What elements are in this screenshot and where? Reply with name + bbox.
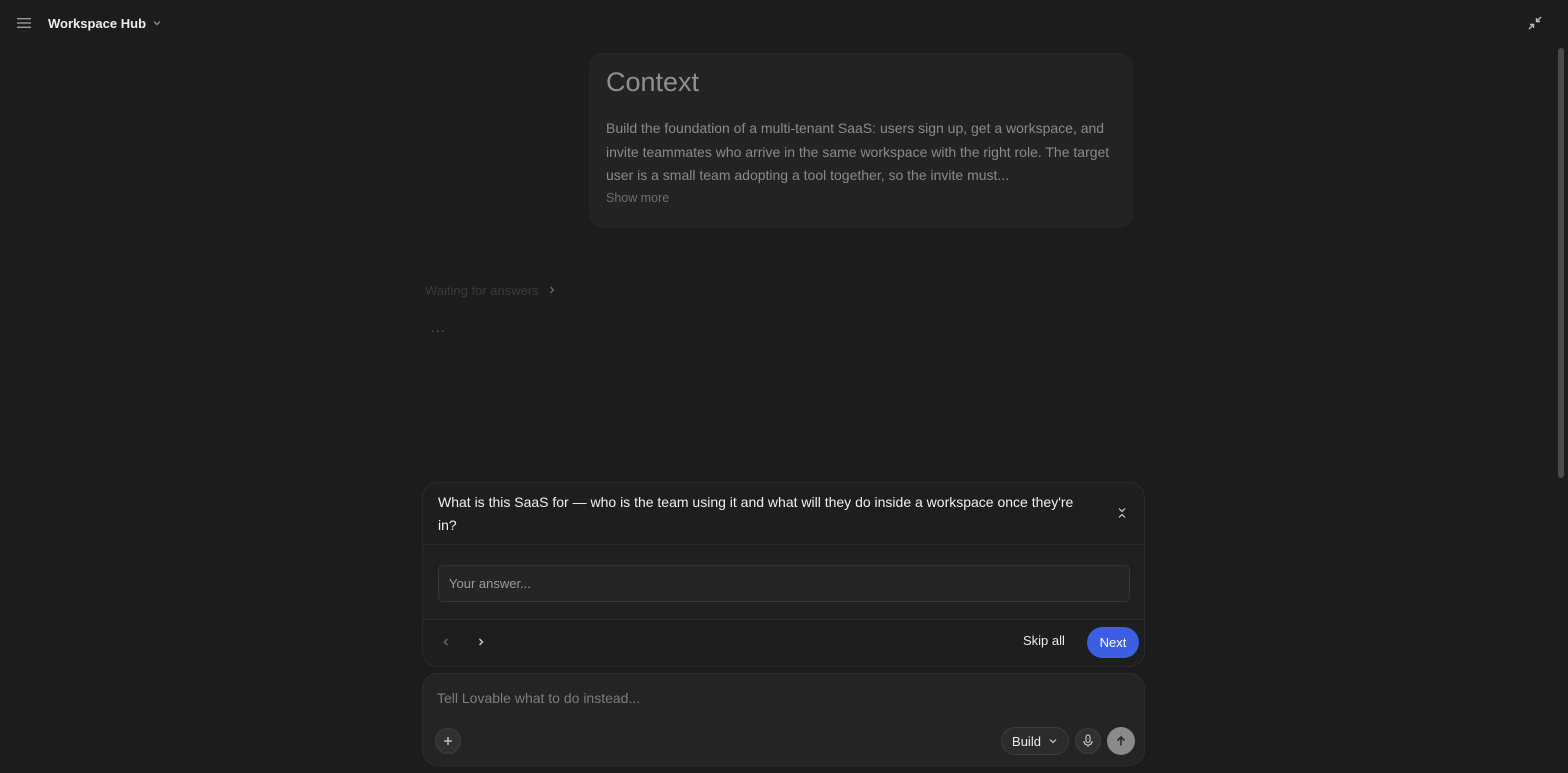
context-title: Context [606, 67, 700, 97]
project-switcher[interactable]: Workspace Hub [48, 14, 162, 32]
send-button[interactable] [1107, 727, 1135, 755]
answer-input[interactable] [438, 565, 1130, 602]
microphone-icon [1083, 734, 1093, 747]
scrollbar-thumb[interactable] [1558, 48, 1564, 478]
show-more-link[interactable]: Show more [606, 191, 1116, 205]
mode-label: Build [1012, 733, 1041, 749]
chevron-down-icon [153, 21, 161, 26]
hamburger-menu-icon [17, 18, 31, 28]
next-question-arrow-button[interactable] [473, 634, 489, 650]
context-card: Context Build the foundation of a multi-… [589, 53, 1133, 228]
next-button[interactable]: Next [1087, 627, 1139, 658]
chevron-down-icon [1049, 739, 1057, 744]
divider [423, 619, 1144, 620]
chevrons-collapse-icon [1118, 508, 1126, 518]
chat-input[interactable] [437, 687, 1117, 709]
collapse-question-button[interactable] [1114, 505, 1130, 521]
menu-button[interactable] [13, 13, 35, 33]
collapse-arrows-icon [1528, 16, 1542, 30]
plus-icon [444, 737, 452, 745]
arrow-up-icon [1116, 735, 1126, 746]
loading-ellipsis: ... [431, 319, 446, 335]
waiting-for-answers[interactable]: Waiting for answers [425, 281, 557, 299]
question-card: What is this SaaS for — who is the team … [422, 482, 1145, 667]
top-bar: Workspace Hub [0, 0, 1568, 46]
project-name: Workspace Hub [48, 15, 147, 31]
mode-select[interactable]: Build [1001, 727, 1069, 755]
chevron-right-icon [479, 638, 484, 646]
previous-question-button[interactable] [438, 634, 454, 650]
skip-all-button[interactable]: Skip all [1023, 633, 1065, 648]
chat-composer: Build [422, 673, 1145, 766]
answer-area [423, 545, 1144, 619]
add-attachment-button[interactable] [435, 728, 461, 754]
waiting-label: Waiting for answers [425, 282, 539, 298]
collapse-button[interactable] [1526, 14, 1544, 32]
voice-input-button[interactable] [1075, 728, 1101, 754]
question-text: What is this SaaS for — who is the team … [438, 494, 1074, 533]
chevron-right-icon [549, 286, 555, 294]
context-body: Build the foundation of a multi-tenant S… [606, 120, 1110, 183]
chevron-left-icon [443, 638, 448, 646]
